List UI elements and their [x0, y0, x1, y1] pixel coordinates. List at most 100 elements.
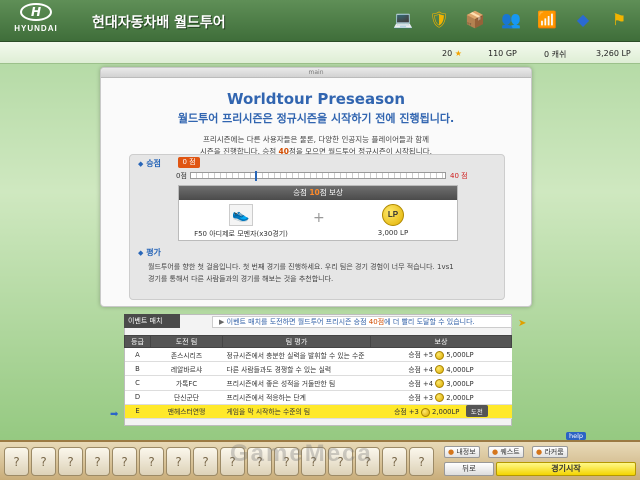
evaluation-text: 월드투어를 향한 첫 걸음입니다. 첫 번째 경기를 진행하세요. 우리 팀은 … [148, 261, 488, 285]
reward-cell: 승점 +4 4,000LP [370, 361, 512, 377]
status-bar: 20 ★ 110 GP 0 캐쉬 3,260 LP [0, 42, 640, 64]
cube-icon[interactable]: ◆ [568, 4, 598, 34]
grade-cell: A [124, 347, 151, 363]
evaluation-line-1: 월드투어를 향한 첫 걸음입니다. 첫 번째 경기를 진행하세요. 우리 팀은 … [148, 263, 454, 271]
challenge-button[interactable]: 도전 [465, 405, 488, 418]
back-button[interactable]: 뒤로 [444, 462, 494, 476]
lp-label: 3,000 LP [377, 229, 409, 237]
reward-lp: 2,000LP [432, 408, 460, 417]
box-icon[interactable]: 📦 [460, 4, 490, 34]
boots-icon: 👟 [229, 204, 253, 226]
event-notice: ▶ 이벤트 매치를 도전하면 월드투어 프리시즌 승점 40점에 더 빨리 도달… [212, 316, 512, 328]
event-match-tab: 이벤트 매치 [124, 314, 180, 328]
info-icon: ● [448, 448, 455, 456]
page-title: 현대자동차배 월드투어 [92, 15, 226, 31]
cursor-icon: ➤ [518, 318, 527, 329]
notice-a: 이벤트 매치를 도전하면 월드투어 프리시즌 승점 [226, 318, 367, 326]
team-eval-cell: 프리시즌에서 적응하는 단계 [222, 390, 371, 405]
column-header: 등급 [124, 335, 151, 348]
table-row[interactable]: A 존스시리즈 정규시즌에서 충분한 실력을 발휘할 수 있는 수준 승점 +5 5,… [124, 347, 512, 363]
reward-lp: 4,000LP [446, 365, 474, 374]
evaluation-line-2: 경기를 통해서 다른 사람들과의 경기를 해보는 것을 추천합니다. [148, 275, 334, 283]
quick-slot[interactable]: ? [382, 447, 407, 476]
boots-label: F50 아디제로 모멘자(x30경기) [194, 230, 288, 238]
team-eval-cell: 프리시즌에서 좋은 성적을 거둘만한 팀 [222, 375, 371, 391]
current-points-badge: 0 점 [178, 157, 200, 168]
quick-slot[interactable]: ? [139, 447, 164, 476]
quick-slot[interactable]: ? [409, 447, 434, 476]
shield-icon[interactable]: 🛡 [424, 4, 454, 34]
gauge-reward-marker [254, 171, 257, 181]
my-info-label: 내정보 [456, 448, 476, 456]
top-bar: H HYUNDAI 현대자동차배 월드투어 💻 🛡 📦 👥 📶 ◆ ⚑ [0, 0, 640, 42]
reward-item-lp[interactable]: LP 3,000 LP [343, 204, 443, 237]
quick-slot[interactable]: ? [166, 447, 191, 476]
reward-header: 승점 10점 보상 [179, 186, 457, 200]
event-match-table: 등급 도전 팀 팀 평가 보상 A 존스시리즈 정규시즌에서 충분한 실력을 발휘할… [124, 335, 512, 419]
wifi-icon[interactable]: 📶 [532, 4, 562, 34]
quest-label: 퀘스트 [500, 448, 520, 456]
preseason-window: main Worldtour Preseason 월드투어 프리시즌은 정규시즌… [100, 67, 532, 307]
logo-word: HYUNDAI [14, 24, 58, 33]
quick-slot[interactable]: ? [58, 447, 83, 476]
quick-slot[interactable]: ? [31, 447, 56, 476]
reward-head-a: 승점 [293, 188, 307, 197]
lp-coin-icon [435, 365, 445, 375]
evaluation-section-label: ◆ 평가 [138, 247, 161, 258]
reward-head-points: 10 [309, 188, 320, 197]
gauge-max-label: 40 점 [450, 172, 468, 180]
window-tab: main [101, 68, 531, 78]
laptop-icon[interactable]: 💻 [388, 4, 418, 34]
window-title: Worldtour Preseason [226, 90, 406, 108]
reward-points: 승점 +4 [408, 365, 434, 374]
people-icon[interactable]: 👥 [496, 4, 526, 34]
locker-room-label: 라커룸 [544, 448, 564, 456]
notice-b: 에 더 빨리 도달할 수 있습니다. [384, 318, 475, 326]
team-cell: 가톡FC [150, 375, 223, 391]
star-icon: ★ [454, 49, 462, 58]
table-row[interactable]: E 맨헤스터연맹 게임을 막 시작하는 수준의 팀 승점 +3 2,000LP 도전 [124, 404, 512, 419]
team-eval-cell: 게임을 막 시작하는 수준의 팀 [222, 404, 371, 419]
quick-slot[interactable]: ? [112, 447, 137, 476]
lp-amount: 3,260 LP [596, 49, 631, 58]
quick-slot[interactable]: ? [85, 447, 110, 476]
quest-button[interactable]: ● 퀘스트 [488, 446, 524, 458]
flag-icon[interactable]: ⚑ [604, 4, 634, 34]
help-button[interactable]: help [566, 432, 587, 440]
locker-room-button[interactable]: ● 라커룸 [532, 446, 568, 458]
reward-lp: 5,000LP [446, 351, 474, 360]
quick-slot[interactable]: ? [4, 447, 29, 476]
selected-row-arrow-icon: ➡ [110, 409, 119, 420]
quick-slot[interactable]: ? [193, 447, 218, 476]
reward-item-boots[interactable]: 👟 F50 아디제로 모멘자(x30경기) [191, 204, 291, 239]
watermark: GameMeca [230, 440, 373, 467]
cash-amount: 0 캐쉬 [544, 50, 567, 59]
grade-cell: D [124, 390, 151, 405]
column-header: 도전 팀 [150, 335, 223, 348]
reward-box: 승점 10점 보상 👟 F50 아디제로 모멘자(x30경기) + LP 3,0… [178, 185, 458, 241]
my-info-button[interactable]: ● 내정보 [444, 446, 480, 458]
table-row[interactable]: B 레알바르샤 다른 사람들과도 경쟁할 수 있는 실력 승점 +4 4,000LP [124, 361, 512, 377]
column-header: 보상 [370, 335, 512, 348]
grade-cell: C [124, 375, 151, 391]
reward-points: 승점 +5 [408, 351, 434, 360]
diamond-icon: ◆ [138, 160, 144, 168]
quest-icon: ● [492, 448, 499, 456]
start-match-button[interactable]: 경기시작 [496, 462, 636, 476]
table-row[interactable]: D 단신군단 프리시즌에서 적응하는 단계 승점 +3 2,000LP [124, 390, 512, 405]
intro-line-1: 프리시즌에는 다른 사용자들은 물론, 다양한 인공지능 플레이어들과 함께 [202, 135, 430, 144]
reward-cell: 승점 +3 2,000LP 도전 [370, 404, 512, 419]
team-eval-cell: 다른 사람들과도 경쟁할 수 있는 실력 [222, 361, 371, 377]
lp-coin-icon [421, 407, 431, 417]
star-count: 20 ★ [442, 49, 462, 58]
grade-cell: B [124, 361, 151, 377]
reward-lp: 3,000LP [446, 379, 474, 388]
table-row[interactable]: C 가톡FC 프리시즌에서 좋은 성적을 거둘만한 팀 승점 +4 3,000LP [124, 375, 512, 391]
reward-lp: 2,000LP [446, 393, 474, 402]
reward-cell: 승점 +4 3,000LP [370, 375, 512, 391]
lp-coin-icon [435, 393, 445, 403]
gauge-min-label: 0점 [176, 172, 187, 180]
points-label: 승점 [146, 159, 161, 168]
lp-coin-icon: LP [382, 204, 404, 226]
reward-points: 승점 +3 [394, 408, 419, 417]
